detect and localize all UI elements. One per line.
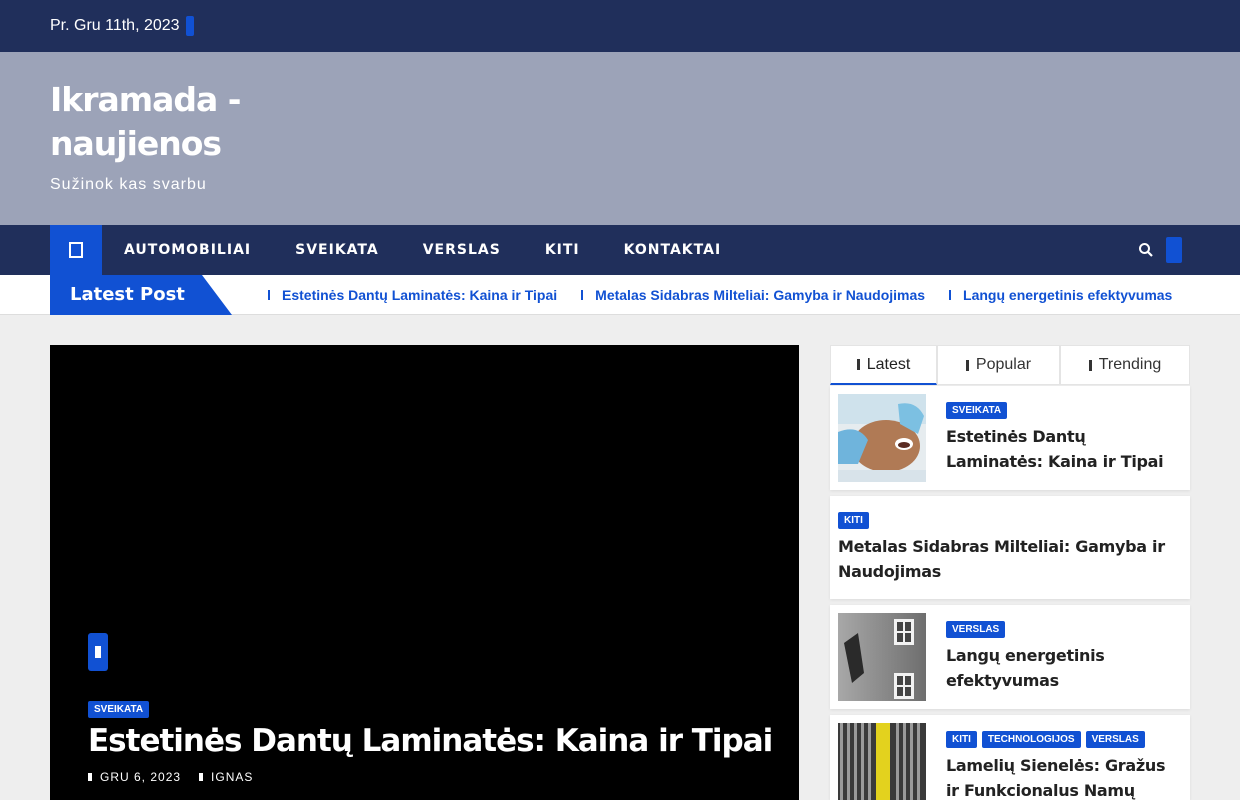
category-badge[interactable]: VERSLAS bbox=[946, 621, 1006, 638]
ticker-item[interactable]: Estetinės Dantų Laminatės: Kaina ir Tipa… bbox=[268, 275, 557, 315]
bullet-icon bbox=[268, 290, 270, 300]
hero-author-text: IGNAS bbox=[211, 770, 254, 784]
ticker-item-text: Metalas Sidabras Milteliai: Gamyba ir Na… bbox=[595, 287, 926, 303]
nav-menu: AUTOMOBILIAI SVEIKATA VERSLAS KITI KONTA… bbox=[102, 225, 743, 275]
sidebar-post[interactable]: KITI Metalas Sidabras Milteliai: Gamyba … bbox=[830, 496, 1190, 599]
lamella-wall-image bbox=[838, 723, 926, 800]
site-tagline: Sužinok kas svarbu bbox=[50, 176, 207, 193]
post-categories: KITI bbox=[838, 512, 874, 529]
post-categories: KITI TECHNOLOGIJOS VERSLAS bbox=[946, 731, 1150, 748]
user-icon bbox=[199, 773, 204, 781]
site-header: Ikramada - naujienos Sužinok kas svarbu bbox=[0, 52, 1240, 225]
tab-latest[interactable]: Latest bbox=[830, 345, 937, 385]
post-title[interactable]: Lamelių Sienelės: Gražus ir Funkcionalus… bbox=[946, 753, 1182, 800]
post-categories: SVEIKATA bbox=[946, 402, 1012, 419]
featured-post[interactable]: SVEIKATA Estetinės Dantų Laminatės: Kain… bbox=[50, 345, 799, 800]
ticker-item-text: Estetinės Dantų Laminatės: Kaina ir Tipa… bbox=[282, 287, 558, 303]
tab-trending[interactable]: Trending bbox=[1060, 345, 1190, 385]
hero-meta: GRU 6, 2023 IGNAS bbox=[88, 770, 271, 784]
tab-label: Trending bbox=[1098, 356, 1162, 373]
category-badge[interactable]: SVEIKATA bbox=[946, 402, 1008, 419]
category-badge[interactable]: KITI bbox=[838, 512, 869, 529]
hero-category-badge[interactable]: SVEIKATA bbox=[88, 701, 150, 718]
ticker-items: Estetinės Dantų Laminatės: Kaina ir Tipa… bbox=[268, 275, 1196, 315]
tab-popular[interactable]: Popular bbox=[937, 345, 1060, 385]
hero-author[interactable]: IGNAS bbox=[199, 770, 253, 784]
post-title[interactable]: Metalas Sidabras Milteliai: Gamyba ir Na… bbox=[838, 534, 1182, 584]
current-date: Pr. Gru 11th, 2023 bbox=[50, 17, 180, 34]
ticker-label-box: Latest Post bbox=[50, 275, 232, 315]
trending-icon bbox=[1088, 359, 1092, 371]
top-bar: Pr. Gru 11th, 2023 bbox=[0, 0, 1240, 52]
ticker-label: Latest Post bbox=[70, 284, 185, 305]
post-thumbnail[interactable] bbox=[838, 723, 926, 800]
sidebar-post[interactable]: KITI TECHNOLOGIJOS VERSLAS Lamelių Siene… bbox=[830, 715, 1190, 800]
window-image bbox=[838, 613, 926, 701]
tab-label: Latest bbox=[866, 355, 911, 373]
nav-item-kiti[interactable]: KITI bbox=[523, 225, 602, 275]
post-title[interactable]: Estetinės Dantų Laminatės: Kaina ir Tipa… bbox=[946, 424, 1182, 474]
site-title[interactable]: Ikramada - naujienos bbox=[50, 78, 310, 166]
latest-post-ticker: Latest Post Estetinės Dantų Laminatės: K… bbox=[0, 275, 1240, 315]
home-button[interactable] bbox=[50, 225, 102, 275]
post-thumbnail[interactable] bbox=[838, 613, 926, 701]
post-format-icon[interactable] bbox=[88, 633, 108, 671]
sidebar-post[interactable]: SVEIKATA Estetinės Dantų Laminatės: Kain… bbox=[830, 386, 1190, 490]
main-nav: AUTOMOBILIAI SVEIKATA VERSLAS KITI KONTA… bbox=[0, 225, 1240, 275]
bolt-icon bbox=[856, 359, 860, 370]
ticker-item[interactable]: Metalas Sidabras Milteliai: Gamyba ir Na… bbox=[581, 275, 925, 315]
post-title[interactable]: Langų energetinis efektyvumas bbox=[946, 643, 1182, 693]
category-badge[interactable]: VERSLAS bbox=[1085, 731, 1145, 748]
ticker-item-text: Langų energetinis efektyvumas bbox=[963, 287, 1173, 303]
sidebar-tabs: Latest Popular Trending bbox=[830, 345, 1190, 386]
nav-item-kontaktai[interactable]: KONTAKTAI bbox=[602, 225, 744, 275]
nav-item-verslas[interactable]: VERSLAS bbox=[401, 225, 523, 275]
nav-item-automobiliai[interactable]: AUTOMOBILIAI bbox=[102, 225, 273, 275]
post-thumbnail[interactable] bbox=[838, 394, 926, 482]
bullet-icon bbox=[949, 290, 952, 300]
post-categories: VERSLAS bbox=[946, 621, 1010, 638]
sidebar-post[interactable]: VERSLAS Langų energetinis efektyvumas bbox=[830, 605, 1190, 709]
calendar-icon bbox=[88, 773, 92, 781]
ticker-item[interactable]: Langų energetinis efektyvumas bbox=[949, 275, 1172, 315]
home-icon bbox=[69, 242, 83, 258]
sidebar: Latest Popular Trending SVEIKATA Estetin… bbox=[830, 345, 1190, 800]
bullet-icon bbox=[581, 290, 584, 300]
hero-title[interactable]: Estetinės Dantų Laminatės: Kaina ir Tipa… bbox=[88, 721, 773, 761]
nav-item-sveikata[interactable]: SVEIKATA bbox=[273, 225, 401, 275]
category-badge[interactable]: TECHNOLOGIJOS bbox=[981, 731, 1081, 748]
hero-date[interactable]: GRU 6, 2023 bbox=[88, 770, 181, 784]
tab-label: Popular bbox=[975, 356, 1032, 373]
dentist-image bbox=[838, 394, 926, 482]
date-indicator-icon bbox=[186, 16, 194, 36]
category-badge[interactable]: KITI bbox=[946, 731, 977, 748]
menu-toggle-button[interactable] bbox=[1166, 237, 1182, 263]
fire-icon bbox=[965, 359, 969, 371]
hero-date-text: GRU 6, 2023 bbox=[100, 770, 182, 784]
search-icon[interactable] bbox=[1138, 242, 1154, 258]
